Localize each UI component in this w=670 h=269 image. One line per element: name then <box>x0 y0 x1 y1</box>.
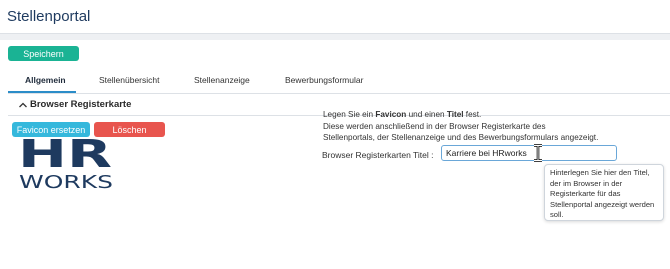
title-tooltip: Hinterlegen Sie hier den Titel, der im B… <box>544 164 664 221</box>
tab-bewerbungsformular[interactable]: Bewerbungsformular <box>285 75 363 85</box>
page-title: Stellenportal <box>7 8 91 25</box>
delete-button[interactable]: Löschen <box>94 122 165 137</box>
info-text: Legen Sie ein Favicon und einen Titel fe… <box>323 110 599 142</box>
browser-title-input[interactable] <box>441 145 617 161</box>
active-tab-indicator <box>8 91 76 93</box>
title-field-label: Browser Registerkarten Titel : <box>322 150 434 160</box>
hrworks-logo: HR WORKS <box>18 136 113 190</box>
chevron-up-icon[interactable] <box>18 100 28 110</box>
replace-favicon-button[interactable]: Favicon ersetzen <box>12 122 90 137</box>
save-button[interactable]: Speichern <box>8 46 79 61</box>
tab-stellenuebersicht[interactable]: Stellenübersicht <box>99 75 159 85</box>
tab-stellenanzeige[interactable]: Stellenanzeige <box>194 75 250 85</box>
tab-bar: Allgemein Stellenübersicht Stellenanzeig… <box>8 70 670 94</box>
logo-text-works: WORKS <box>19 172 113 190</box>
app-header: Stellenportal <box>0 0 670 34</box>
tab-allgemein[interactable]: Allgemein <box>25 75 66 85</box>
section-title: Browser Registerkarte <box>30 99 132 110</box>
info-bold-titel: Titel <box>446 110 464 119</box>
info-bold-favicon: Favicon <box>375 110 407 119</box>
logo-text-hr: HR <box>18 136 112 176</box>
text-cursor-icon <box>534 144 542 162</box>
